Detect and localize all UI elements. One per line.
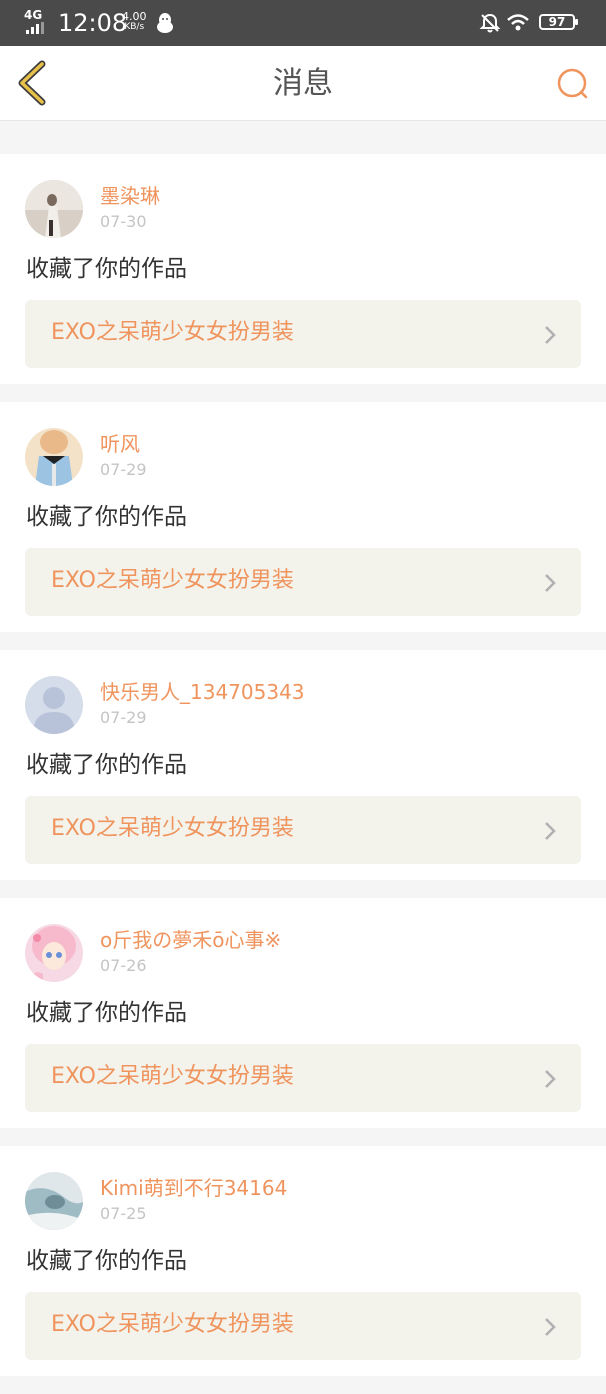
username[interactable]: o斤我の夢禾ō心事※ [100,928,281,952]
action-text: 收藏了你的作品 [26,256,187,282]
battery-indicator: 97 [539,14,578,30]
speed-unit: KB/s [124,22,145,32]
chevron-right-icon [545,574,556,592]
message-card: 墨染琳 07-30 收藏了你的作品 EXO之呆萌少女女扮男装 [0,154,606,384]
message-date: 07-29 [100,460,147,479]
message-date: 07-26 [100,956,147,975]
action-text: 收藏了你的作品 [26,504,187,530]
action-text: 收藏了你的作品 [26,752,187,778]
status-bar: 4G 12:08 4.00 KB/s 97 [0,0,606,46]
clock: 12:08 [58,9,128,37]
username[interactable]: 快乐男人_134705343 [100,680,305,704]
chevron-right-icon [545,1070,556,1088]
message-list: 墨染琳 07-30 收藏了你的作品 EXO之呆萌少女女扮男装 听风 07-29 … [0,154,606,1394]
work-title: EXO之呆萌少女女扮男装 [51,1312,294,1337]
search-icon[interactable] [552,64,592,104]
avatar[interactable] [25,676,83,734]
message-card: 快乐男人_134705343 07-29 收藏了你的作品 EXO之呆萌少女女扮男… [0,650,606,880]
action-text: 收藏了你的作品 [26,1248,187,1274]
avatar[interactable] [25,428,83,486]
message-card: 听风 07-29 收藏了你的作品 EXO之呆萌少女女扮男装 [0,402,606,632]
avatar[interactable] [25,1172,83,1230]
work-title: EXO之呆萌少女女扮男装 [51,816,294,841]
username[interactable]: 听风 [100,432,140,456]
username[interactable]: Kimi萌到不行34164 [100,1176,287,1200]
message-card: Kimi萌到不行34164 07-25 收藏了你的作品 EXO之呆萌少女女扮男装 [0,1146,606,1376]
page-title: 消息 [273,66,333,101]
action-text: 收藏了你的作品 [26,1000,187,1026]
message-date: 07-25 [100,1204,147,1223]
network-type: 4G [24,8,43,22]
wifi-icon [507,14,529,31]
mute-bell-icon [479,13,501,33]
work-link[interactable]: EXO之呆萌少女女扮男装 [25,796,581,864]
avatar[interactable] [25,924,83,982]
signal-icon [26,22,44,34]
username[interactable]: 墨染琳 [100,184,160,208]
network-speed: 4.00 KB/s [122,11,147,33]
work-title: EXO之呆萌少女女扮男装 [51,320,294,345]
work-link[interactable]: EXO之呆萌少女女扮男装 [25,1292,581,1360]
qq-penguin-icon [157,13,173,33]
speed-value: 4.00 [122,10,147,23]
message-date: 07-30 [100,212,147,231]
work-link[interactable]: EXO之呆萌少女女扮男装 [25,1044,581,1112]
chevron-right-icon [545,1318,556,1336]
top-nav-bar: 消息 [0,46,606,121]
work-title: EXO之呆萌少女女扮男装 [51,1064,294,1089]
message-date: 07-29 [100,708,147,727]
work-link[interactable]: EXO之呆萌少女女扮男装 [25,300,581,368]
chevron-right-icon [545,822,556,840]
work-title: EXO之呆萌少女女扮男装 [51,568,294,593]
message-card: o斤我の夢禾ō心事※ 07-26 收藏了你的作品 EXO之呆萌少女女扮男装 [0,898,606,1128]
avatar[interactable] [25,180,83,238]
work-link[interactable]: EXO之呆萌少女女扮男装 [25,548,581,616]
chevron-right-icon [545,326,556,344]
